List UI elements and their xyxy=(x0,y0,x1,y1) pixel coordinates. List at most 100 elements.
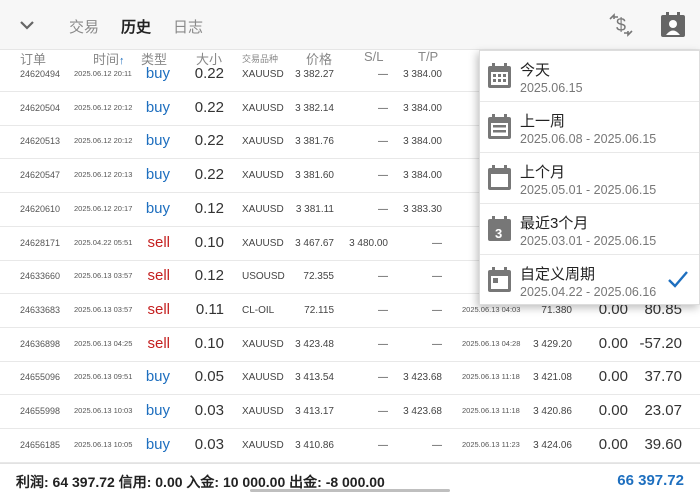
trade-size: 0.10 xyxy=(194,334,224,352)
period-item-last-3-months[interactable]: 3 最近3个月 2025.03.01 - 2025.06.15 xyxy=(480,204,699,255)
close-time: 2025.06.13 11:18 xyxy=(462,406,520,415)
scroll-indicator[interactable] xyxy=(250,489,450,492)
take-profit: 3 423.68 xyxy=(403,406,442,417)
table-row[interactable]: 24656185 2025.06.13 10:05 buy 0.03 XAUUSD 3 4… xyxy=(0,429,700,463)
trade-size: 0.22 xyxy=(194,98,224,116)
trade-size: 0.05 xyxy=(194,368,224,386)
open-price: 72.115 xyxy=(304,304,334,316)
chevron-down-icon[interactable] xyxy=(14,12,40,38)
profit: 39.60 xyxy=(644,435,682,453)
open-price: 3 423.48 xyxy=(295,338,334,350)
period-title: 最近3个月 xyxy=(520,215,589,232)
trade-size: 0.22 xyxy=(194,132,224,150)
stop-loss: — xyxy=(378,271,388,283)
trade-size: 0.12 xyxy=(194,199,224,217)
tab-history[interactable]: 历史 xyxy=(121,16,151,37)
period-title: 自定义周期 xyxy=(520,266,596,283)
close-time: 2025.06.13 11:18 xyxy=(462,372,520,382)
period-range: 2025.04.22 - 2025.06.16 xyxy=(520,285,657,299)
calendar-three-icon: 3 xyxy=(488,216,511,241)
trade-size: 0.11 xyxy=(195,300,224,318)
swap: 0.00 xyxy=(598,402,628,419)
top-bar: 交易 历史 日志 $ xyxy=(0,0,700,50)
trade-size: 0.03 xyxy=(194,402,224,419)
period-item-last-month[interactable]: 上个月 2025.05.01 - 2025.06.15 xyxy=(480,153,699,204)
calendar-user-icon[interactable] xyxy=(658,10,688,40)
tab-trade[interactable]: 交易 xyxy=(69,16,99,37)
trade-size: 0.03 xyxy=(194,435,224,453)
open-price: 3 413.54 xyxy=(295,372,334,384)
calendar-month-icon xyxy=(488,165,511,190)
stop-loss: — xyxy=(378,304,388,316)
calendar-grid-icon xyxy=(488,63,511,88)
calendar-lines-icon xyxy=(488,114,511,139)
open-price: 3 381.60 xyxy=(295,170,334,182)
trade-type: buy xyxy=(145,132,170,150)
trade-type: buy xyxy=(145,166,170,184)
check-icon xyxy=(668,271,688,288)
trade-type: sell xyxy=(147,300,170,318)
trade-type: buy xyxy=(145,98,170,116)
period-dropdown: 今天 2025.06.15 上一周 2025.06.08 - 2025.06.1… xyxy=(479,50,700,305)
total-balance: 66 397.72 xyxy=(617,472,684,489)
profit: -57.20 xyxy=(639,334,682,352)
stop-loss: — xyxy=(378,372,388,384)
trade-size: 0.12 xyxy=(194,267,224,285)
period-title: 上个月 xyxy=(520,164,566,181)
stop-loss: 3 480.00 xyxy=(349,237,388,249)
close-price: 3 429.20 xyxy=(533,338,572,350)
period-item-last-week[interactable]: 上一周 2025.06.08 - 2025.06.15 xyxy=(480,102,699,153)
period-range: 2025.06.08 - 2025.06.15 xyxy=(520,132,657,146)
trade-size: 0.22 xyxy=(194,166,224,184)
swap: 0.00 xyxy=(598,368,628,386)
take-profit: 3 384.00 xyxy=(403,170,442,182)
take-profit: — xyxy=(432,304,442,316)
stop-loss: — xyxy=(378,170,388,182)
table-row[interactable]: 24655998 2025.06.13 10:03 buy 0.03 XAUUSD 3 4… xyxy=(0,395,700,429)
trade-type: buy xyxy=(145,435,170,453)
table-row[interactable]: 24655096 2025.06.13 09:51 buy 0.05 XAUUSD 3 4… xyxy=(0,361,700,396)
take-profit: 3 384.00 xyxy=(403,136,442,148)
open-price: 3 467.67 xyxy=(295,237,334,249)
trade-type: buy xyxy=(145,368,170,386)
close-price: 3 421.08 xyxy=(533,372,572,384)
close-time: 2025.06.13 04:28 xyxy=(462,338,521,348)
take-profit: 3 383.30 xyxy=(403,203,442,215)
table-row[interactable]: 24636898 2025.06.13 04:25 sell 0.10 XAUUSD 3 … xyxy=(0,328,700,362)
calendar-custom-icon xyxy=(488,267,511,292)
stop-loss: — xyxy=(378,136,388,148)
footer-bar: 利润: 64 397.72 信用: 0.00 入金: 10 000.00 出金:… xyxy=(0,463,700,493)
trade-type: sell xyxy=(147,233,170,251)
open-price: 3 413.17 xyxy=(295,406,334,417)
period-range: 2025.03.01 - 2025.06.15 xyxy=(520,234,657,248)
period-range: 2025.05.01 - 2025.06.15 xyxy=(520,183,657,197)
open-price: 3 382.14 xyxy=(295,102,334,114)
profit: 37.70 xyxy=(644,368,682,386)
dollar-sort-icon[interactable]: $ xyxy=(606,10,636,40)
tab-journal[interactable]: 日志 xyxy=(173,16,203,37)
open-price: 3 381.11 xyxy=(295,203,334,215)
period-item-today[interactable]: 今天 2025.06.15 xyxy=(480,51,699,102)
take-profit: — xyxy=(432,237,442,249)
trade-type: buy xyxy=(145,402,170,419)
trade-type: sell xyxy=(147,334,170,352)
period-item-custom[interactable]: 自定义周期 2025.04.22 - 2025.06.16 xyxy=(480,255,699,306)
trade-type: buy xyxy=(145,65,170,82)
svg-text:$: $ xyxy=(616,15,626,35)
take-profit: 3 423.68 xyxy=(403,372,442,384)
stop-loss: — xyxy=(378,102,388,114)
open-price: 3 381.76 xyxy=(295,136,334,148)
stop-loss: — xyxy=(378,203,388,215)
take-profit: — xyxy=(432,439,442,451)
period-title: 上一周 xyxy=(520,113,566,130)
stop-loss: — xyxy=(378,69,388,80)
svg-text:3: 3 xyxy=(495,226,502,241)
period-range: 2025.06.15 xyxy=(520,81,583,95)
take-profit: 3 384.00 xyxy=(403,102,442,114)
period-title: 今天 xyxy=(520,62,551,79)
take-profit: — xyxy=(432,338,442,350)
stop-loss: — xyxy=(378,338,388,350)
take-profit: 3 384.00 xyxy=(403,69,442,80)
trade-size: 0.22 xyxy=(194,65,224,82)
trade-size: 0.10 xyxy=(194,233,224,251)
